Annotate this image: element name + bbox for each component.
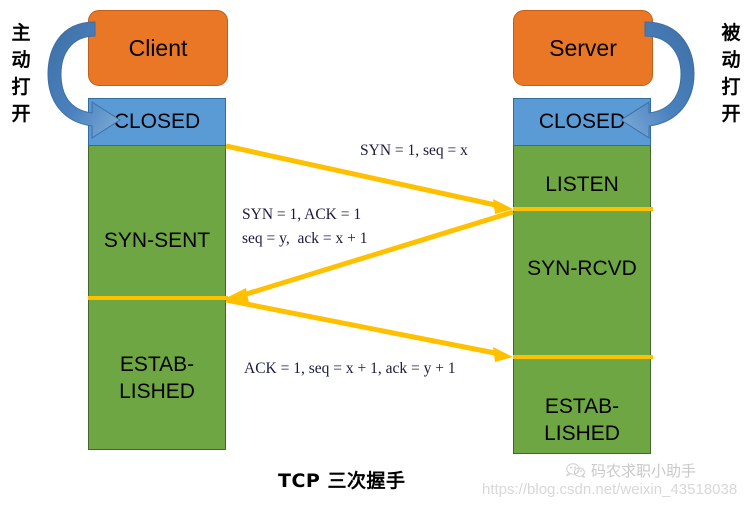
client-state-divider-1 (88, 296, 228, 300)
packet-label-syn: SYN = 1, seq = x (360, 142, 468, 159)
server-state-closed-label: CLOSED (538, 110, 626, 133)
passive-open-label: 被 动 打 开 (714, 20, 748, 128)
passive-open-char-3: 打 (721, 75, 741, 98)
client-state-established-label: ESTAB- LISHED (119, 353, 195, 403)
server-active-states: LISTEN SYN-RCVD ESTAB- LISHED (513, 146, 653, 454)
client-state-syn-sent-label: SYN-SENT (103, 229, 211, 252)
server-state-column: CLOSED LISTEN SYN-RCVD ESTAB- LISHED (513, 98, 653, 454)
passive-open-char-1: 被 (721, 22, 741, 44)
server-state-divider-2 (513, 355, 653, 359)
watermark-brand-text: 码农求职小助手 (591, 462, 697, 480)
server-state-closed: CLOSED (513, 98, 651, 146)
client-role-box: Client (88, 10, 228, 86)
passive-open-char-2: 动 (721, 48, 741, 71)
watermark-url: https://blog.csdn.net/weixin_43518038 (482, 481, 738, 498)
client-role-label: Client (128, 34, 188, 61)
packet-arrow-ack (225, 297, 513, 362)
wechat-icon (566, 463, 585, 478)
server-role-box: Server (513, 10, 653, 86)
passive-open-char-4: 开 (721, 102, 741, 125)
client-state-closed-label: CLOSED (113, 110, 201, 133)
packet-label-syn-ack: SYN = 1, ACK = 1 seq = y, ack = x + 1 (242, 206, 368, 248)
diagram-title: TCP 三次握手 (278, 470, 406, 492)
server-state-divider-1 (513, 207, 653, 211)
server-state-established-label: ESTAB- LISHED (544, 395, 620, 445)
active-open-char-1: 主 (11, 22, 31, 44)
active-open-char-2: 动 (11, 48, 31, 71)
client-state-column: CLOSED SYN-SENT ESTAB- LISHED (88, 98, 228, 450)
client-state-closed: CLOSED (88, 98, 226, 146)
packet-label-ack: ACK = 1, seq = x + 1, ack = y + 1 (244, 360, 456, 377)
watermark-brand: 码农求职小助手 (566, 460, 696, 481)
client-active-states: SYN-SENT ESTAB- LISHED (88, 146, 228, 450)
active-open-label: 主 动 打 开 (4, 20, 38, 128)
server-state-listen-label: LISTEN (545, 173, 619, 196)
server-role-label: Server (549, 34, 617, 61)
server-state-syn-rcvd-label: SYN-RCVD (527, 257, 637, 280)
active-open-char-3: 打 (11, 75, 31, 98)
diagram-canvas: 主 动 打 开 被 动 打 开 Client Server CLOSED SYN… (0, 0, 755, 506)
active-open-char-4: 开 (11, 102, 31, 125)
